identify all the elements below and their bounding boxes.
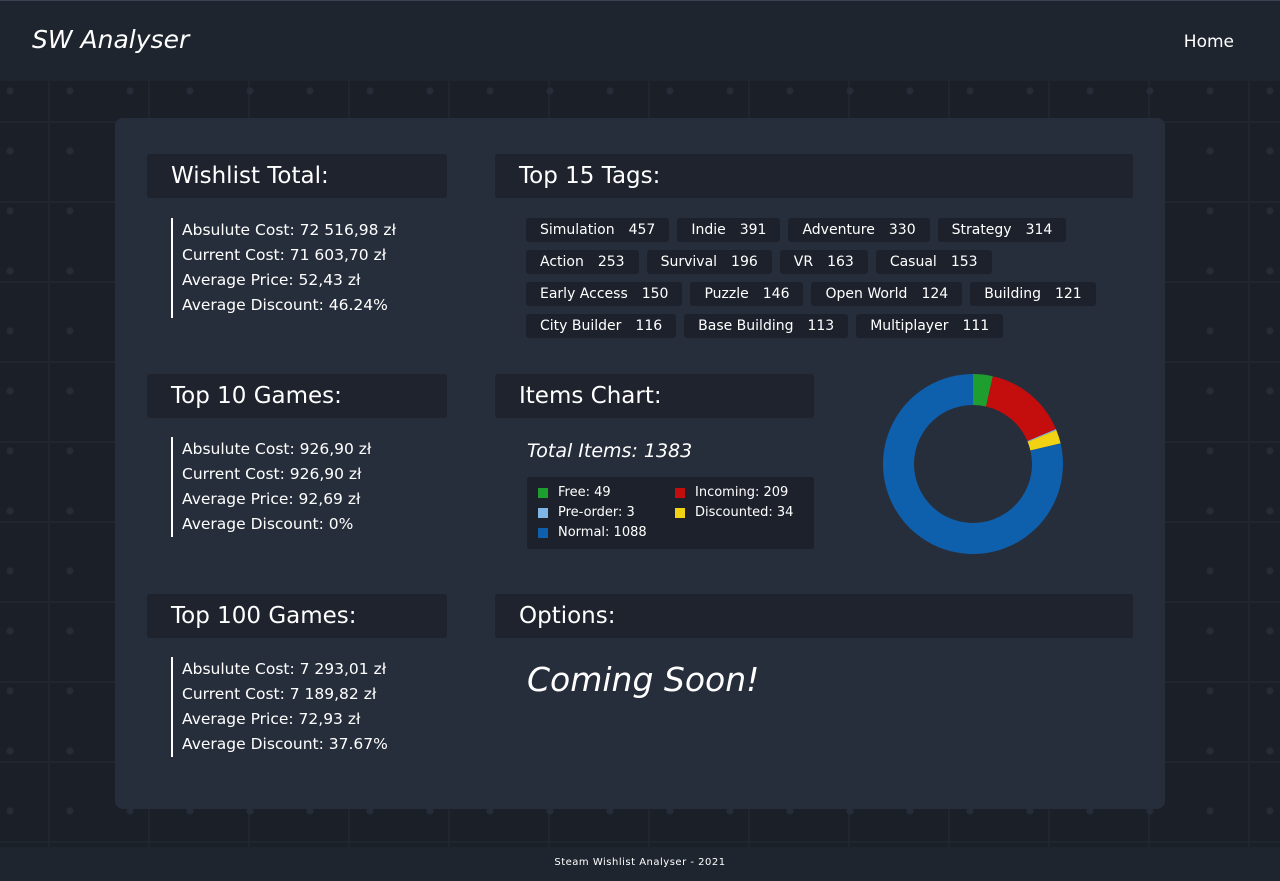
top10-stats: Absulute Cost: 926,90 zł Current Cost: 9… <box>171 437 371 537</box>
tag-chip[interactable]: Casual 153 <box>875 250 992 274</box>
items-chart-title: Items Chart: <box>495 374 814 418</box>
tag-count: 163 <box>827 254 854 270</box>
current-cost: Current Cost: 926,90 zł <box>182 465 362 483</box>
total-items-label: Total Items: 1383 <box>527 440 693 462</box>
legend-label: Pre-order: 3 <box>558 505 635 520</box>
tag-chip[interactable]: Indie 391 <box>677 218 781 242</box>
tags-list: Simulation 457 Indie 391 Adventure 330 Stra… <box>526 218 1096 346</box>
tag-chip[interactable]: Puzzle 146 <box>690 282 804 306</box>
average-price: Average Price: 72,93 zł <box>182 710 361 728</box>
tag-name: Puzzle <box>704 286 749 302</box>
tag-count: 124 <box>921 286 949 302</box>
wishlist-total-title: Wishlist Total: <box>147 154 447 198</box>
nav-home-link[interactable]: Home <box>1184 32 1234 52</box>
top10-title: Top 10 Games: <box>147 374 447 418</box>
tag-row: Action 253 Survival 196 VR 163 Casual 153 <box>526 250 1086 274</box>
tag-chip[interactable]: Action 253 <box>526 250 639 274</box>
legend-item-incoming[interactable]: Incoming: 209 <box>675 485 788 500</box>
legend-label: Incoming: 209 <box>695 485 789 500</box>
tag-chip[interactable]: Building 121 <box>970 282 1096 306</box>
average-discount: Average Discount: 0% <box>182 515 354 533</box>
current-cost: Current Cost: 7 189,82 zł <box>182 685 377 703</box>
tag-chip[interactable]: Early Access 150 <box>526 282 683 306</box>
legend-swatch <box>538 527 548 538</box>
tag-name: Adventure <box>802 222 875 238</box>
tag-count: 113 <box>807 318 835 334</box>
tag-chip[interactable]: Open World 124 <box>811 282 963 306</box>
average-discount: Average Discount: 37.67% <box>182 735 388 753</box>
tag-chip[interactable]: Multiplayer 111 <box>856 314 1004 338</box>
tag-name: Open World <box>825 286 908 302</box>
tag-chip[interactable]: Survival 196 <box>646 250 772 274</box>
tag-name: Base Building <box>698 318 794 334</box>
tag-name: Survival <box>660 254 718 270</box>
tag-count: 150 <box>641 286 669 302</box>
legend-swatch <box>675 507 685 518</box>
options-title: Options: <box>495 594 1133 638</box>
tag-count: 196 <box>731 254 758 270</box>
legend-item-discounted[interactable]: Discounted: 34 <box>675 505 793 520</box>
legend-item-normal[interactable]: Normal: 1088 <box>538 525 647 540</box>
donut-slice-incoming[interactable] <box>986 376 1056 442</box>
legend-item-preorder[interactable]: Pre-order: 3 <box>538 505 635 520</box>
tag-name: Multiplayer <box>870 318 949 334</box>
brand-logo[interactable]: SW Analyser <box>32 25 189 54</box>
legend-swatch <box>538 507 548 518</box>
legend-label: Discounted: 34 <box>695 505 794 520</box>
legend-swatch <box>538 487 548 498</box>
tag-chip[interactable]: Adventure 330 <box>788 218 930 242</box>
tag-count: 111 <box>962 318 990 334</box>
legend-label: Free: 49 <box>558 485 611 500</box>
tag-row: City Builder 116 Base Building 113 Multipl… <box>526 314 1086 338</box>
current-cost: Current Cost: 71 603,70 zł <box>182 246 387 264</box>
tag-count: 314 <box>1025 222 1053 238</box>
top-navbar: SW Analyser Home <box>0 0 1280 81</box>
tag-count: 121 <box>1054 286 1082 302</box>
tag-name: Simulation <box>540 222 615 238</box>
top-tags-title: Top 15 Tags: <box>495 154 1133 198</box>
average-price: Average Price: 92,69 zł <box>182 490 361 508</box>
average-price: Average Price: 52,43 zł <box>182 271 361 289</box>
tag-count: 391 <box>739 222 767 238</box>
tag-name: Strategy <box>951 222 1012 238</box>
tag-count: 457 <box>628 222 656 238</box>
tag-chip[interactable]: Base Building 113 <box>684 314 849 338</box>
dashboard-card: Wishlist Total: Absulute Cost: 72 516,98… <box>115 118 1165 809</box>
tag-name: Action <box>540 254 584 270</box>
tag-row: Early Access 150 Puzzle 146 Open World 124 … <box>526 282 1096 306</box>
tag-name: Casual <box>889 254 937 270</box>
top100-stats: Absulute Cost: 7 293,01 zł Current Cost:… <box>171 657 388 757</box>
tag-name: VR <box>793 254 814 270</box>
wishlist-total-stats: Absulute Cost: 72 516,98 zł Current Cost… <box>171 218 396 318</box>
legend-item-free[interactable]: Free: 49 <box>538 485 611 500</box>
top100-title: Top 100 Games: <box>147 594 447 638</box>
legend-label: Normal: 1088 <box>558 525 647 540</box>
tag-name: Building <box>984 286 1041 302</box>
footer: Steam Wishlist Analyser - 2021 <box>0 847 1280 881</box>
tag-count: 253 <box>597 254 625 270</box>
items-donut-chart[interactable] <box>883 374 1063 554</box>
tag-chip[interactable]: City Builder 116 <box>526 314 677 338</box>
tag-count: 116 <box>635 318 663 334</box>
average-discount: Average Discount: 46.24% <box>182 296 388 314</box>
tag-name: Early Access <box>540 286 628 302</box>
coming-soon-text: Coming Soon! <box>527 660 760 699</box>
tag-name: City Builder <box>540 318 622 334</box>
tag-count: 146 <box>762 286 790 302</box>
legend-swatch <box>675 487 685 498</box>
tag-count: 330 <box>888 222 916 238</box>
tag-name: Indie <box>691 222 726 238</box>
chart-legend: Free: 49 Incoming: 209 Pre-order: 3 Disc… <box>527 477 814 549</box>
absolute-cost: Absulute Cost: 7 293,01 zł <box>182 660 387 678</box>
tag-chip[interactable]: VR 163 <box>779 250 868 274</box>
absolute-cost: Absulute Cost: 926,90 zł <box>182 440 372 458</box>
tag-chip[interactable]: Strategy 314 <box>937 218 1067 242</box>
tag-chip[interactable]: Simulation 457 <box>526 218 670 242</box>
tag-count: 153 <box>950 254 978 270</box>
tag-row: Simulation 457 Indie 391 Adventure 330 Stra… <box>526 218 1086 242</box>
absolute-cost: Absulute Cost: 72 516,98 zł <box>182 221 396 239</box>
